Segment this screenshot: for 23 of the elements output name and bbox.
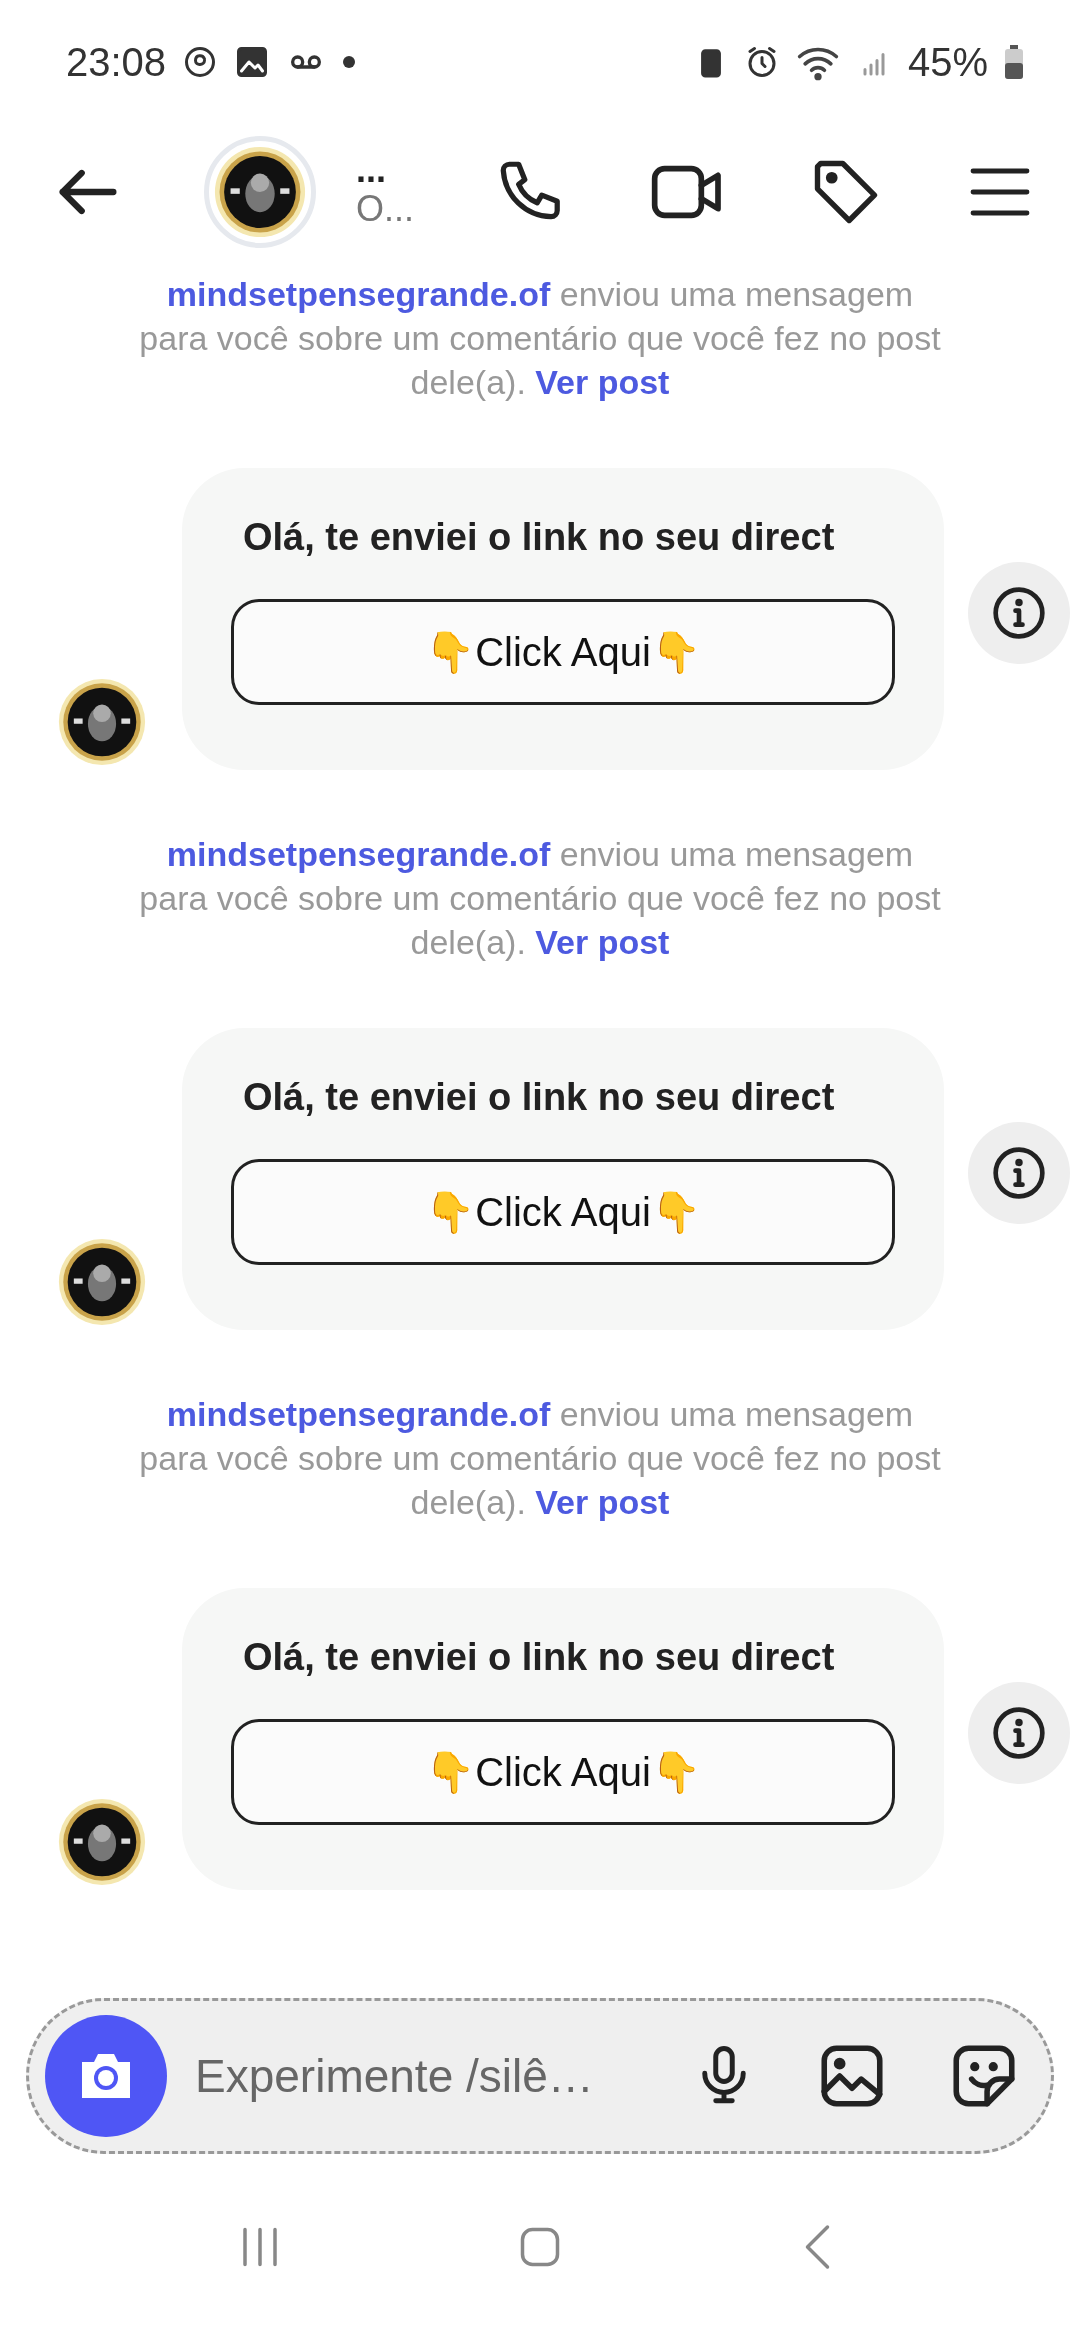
profile-name: ...	[356, 153, 387, 187]
view-post-link[interactable]: Ver post	[535, 1483, 670, 1521]
info-icon	[991, 1145, 1047, 1201]
system-notice: mindsetpensegrande.of enviou uma mensagem para você sobre um comentário que você fez no post dele(a). Ver post	[138, 274, 942, 403]
message-text: Olá, te enviei o link no seu direct	[243, 516, 836, 559]
system-notice: mindsetpensegrande.of enviou uma mensagem para você sobre um comentário que você fez no post dele(a). Ver post	[138, 1394, 942, 1523]
message-input[interactable]: Experimente /silê…	[193, 2048, 637, 2104]
profile-status: O...	[356, 187, 415, 231]
info-icon	[991, 585, 1047, 641]
link-button[interactable]: 👇Click Aqui👇	[231, 1159, 895, 1265]
battery-icon	[1004, 45, 1024, 79]
dot-icon	[342, 55, 357, 69]
info-icon	[991, 1705, 1047, 1761]
message-text: Olá, te enviei o link no seu direct	[243, 1636, 836, 1679]
view-post-link[interactable]: Ver post	[535, 363, 670, 401]
link-button[interactable]: 👇Click Aqui👇	[231, 1719, 895, 1825]
system-notice: mindsetpensegrande.of enviou uma mensagem para você sobre um comentário que você fez no post dele(a). Ver post	[138, 834, 942, 963]
view-post-link[interactable]: Ver post	[535, 923, 670, 961]
message-text: Olá, te enviei o link no seu direct	[243, 1076, 836, 1119]
battery-percent: 45%	[907, 39, 988, 85]
profile-avatar[interactable]	[204, 136, 316, 248]
link-button[interactable]: 👇Click Aqui👇	[231, 599, 895, 705]
status-time: 23:08	[66, 39, 167, 85]
